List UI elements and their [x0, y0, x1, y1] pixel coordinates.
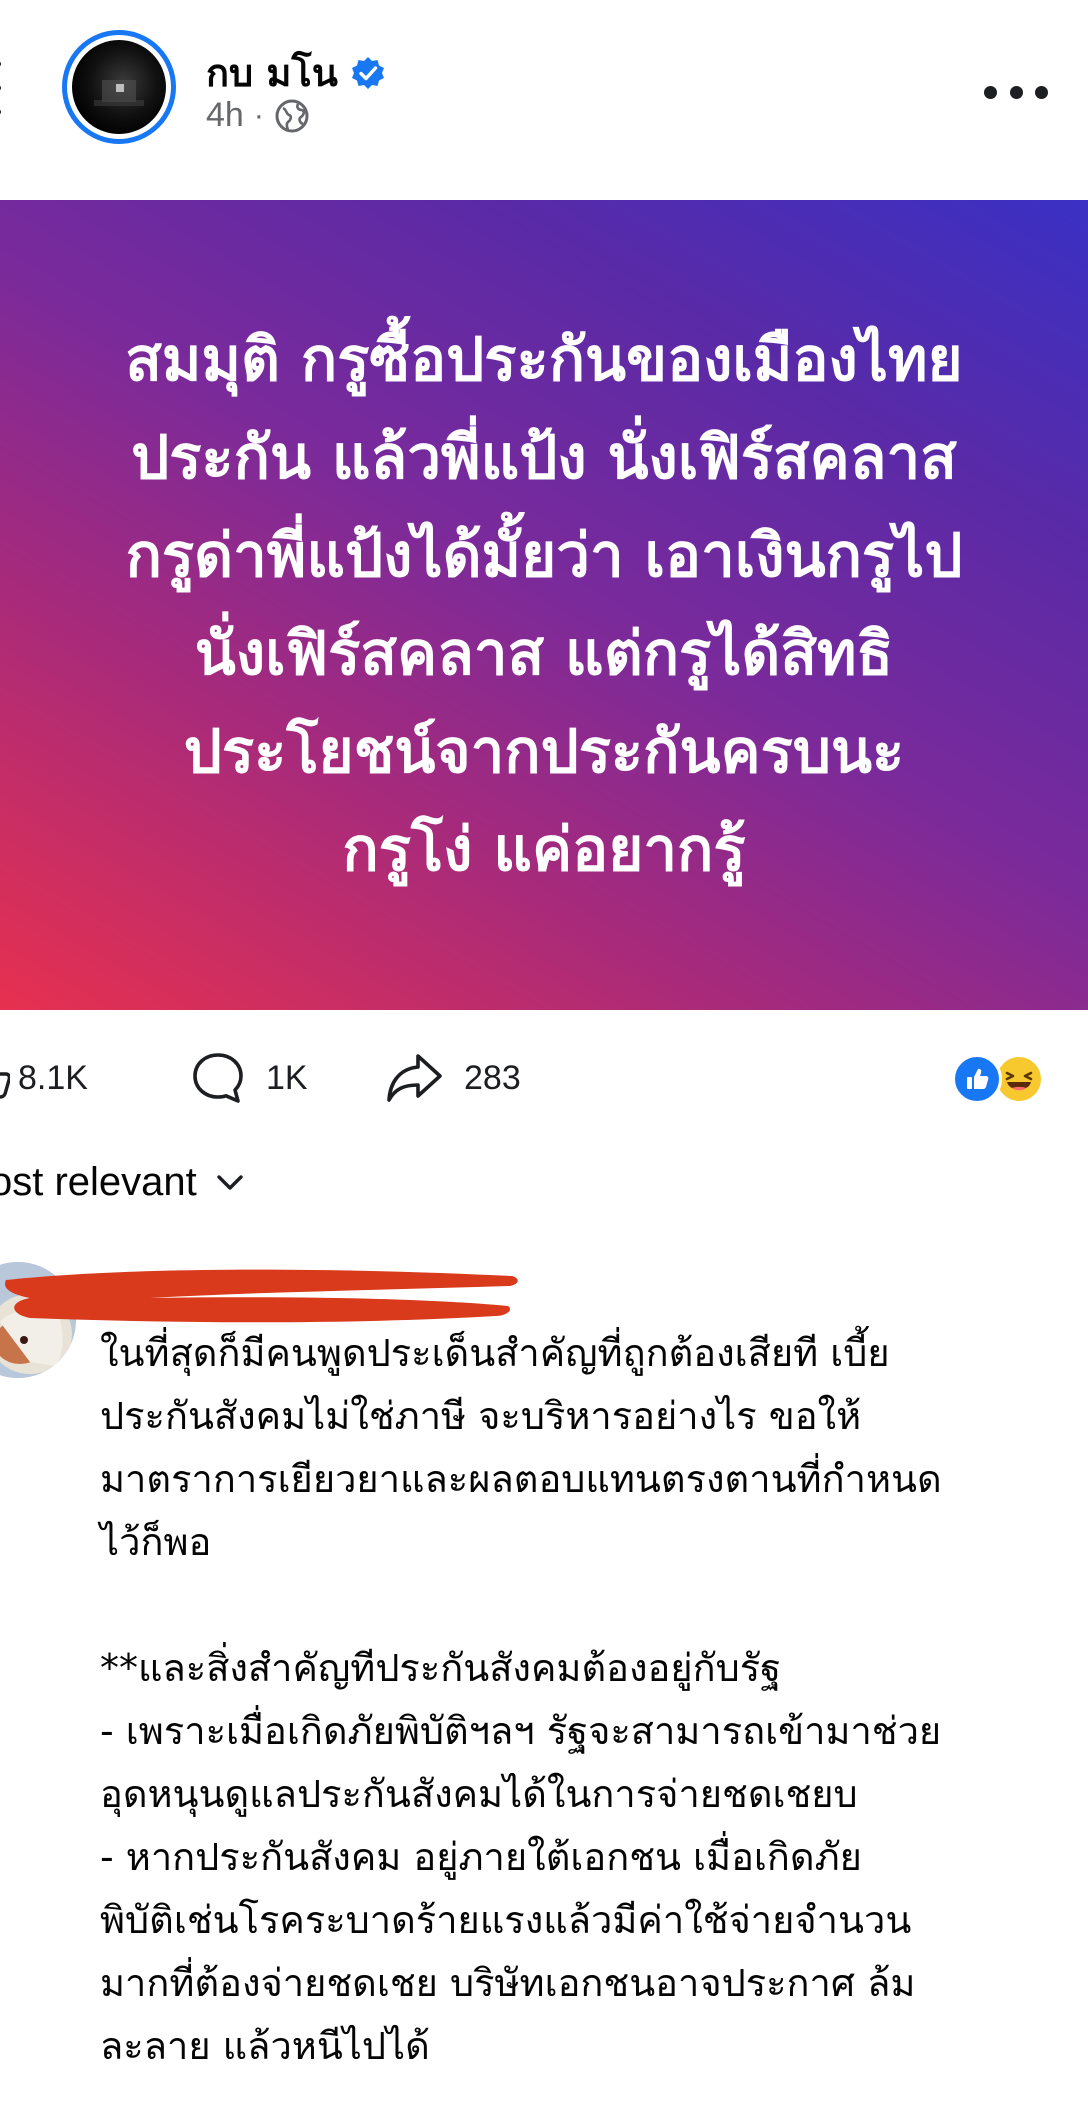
comment-sort-selector[interactable]: ost relevant [0, 1160, 245, 1205]
more-icon-dot [1009, 85, 1023, 99]
like-button[interactable]: 8.1K [0, 1048, 88, 1108]
like-count: 8.1K [18, 1058, 88, 1097]
comment-line: อุดหนุนดูแลประกันสังคมได้ในการจ่ายชดเชยบ [100, 1772, 858, 1816]
post-meta: 4h · [206, 96, 310, 135]
comment-body: ในที่สุดก็มีคนพูดประเด็นสำคัญที่ถูกต้องเ… [100, 1322, 1080, 2078]
banner-text: สมมุติ กรูซื้อประกันของเมืองไทย ประกัน แ… [24, 311, 1064, 899]
comment-line: ไว้ก็พอ [100, 1520, 212, 1564]
sort-label: ost relevant [0, 1160, 197, 1204]
comment-count: 1K [266, 1058, 308, 1097]
author-avatar[interactable] [62, 30, 176, 144]
comment-line: ในที่สุดก็มีคนพูดประเด็นสำคัญที่ถูกต้องเ… [100, 1331, 890, 1375]
verified-badge-icon [351, 56, 384, 89]
comment-line: มาตราการเยียวยาและผลตอบแทนตรงตานที่กำหนด [100, 1457, 942, 1501]
like-icon [0, 1072, 10, 1099]
banner-line: กรูด่าพี่แป้งได้มั้ยว่า เอาเงินกรูไป [125, 521, 963, 591]
more-icon-dot [1035, 85, 1048, 99]
comment-line: มากที่ต้องจ่ายชดเชย บริษัทเอกชนอาจประกาศ… [100, 1961, 916, 2005]
share-count: 283 [464, 1058, 521, 1097]
globe-icon [275, 99, 309, 132]
comment-button[interactable]: 1K [188, 1048, 308, 1108]
banner-line: นั่งเฟิร์สคลาส แต่กรูได้สิทธิ [194, 619, 894, 689]
comment-line: - เพราะเมื่อเกิดภัยพิบัติฯลฯ รัฐจะสามารถ… [100, 1709, 942, 1753]
more-options-button[interactable] [984, 72, 1048, 112]
comment-line: ประกันสังคมไม่ใช่ภาษี จะบริหารอย่างไร ขอ… [100, 1394, 862, 1438]
comment-line: **และสิ่งสำคัญทีประกันสังคมต้องอยู่กับรั… [100, 1646, 782, 1690]
banner-line: ประโยชน์จากประกันครบนะ [183, 717, 905, 787]
chevron-down-icon [217, 1174, 243, 1190]
edge-marker [0, 58, 4, 118]
comment-line: ละลาย แล้วหนีไปได้ [100, 2024, 430, 2068]
reaction-summary[interactable] [952, 1054, 1044, 1104]
share-icon [387, 1054, 442, 1102]
engagement-bar: 8.1K 1K 283 [0, 1048, 1088, 1108]
post-banner[interactable]: สมมุติ กรูซื้อประกันของเมืองไทย ประกัน แ… [0, 200, 1088, 1010]
author-name[interactable]: กบ มโน [206, 42, 338, 103]
banner-line: กรูโง่ แค่อยากรู้ [342, 815, 746, 885]
banner-line: สมมุติ กรูซื้อประกันของเมืองไทย [125, 325, 963, 395]
like-reaction-icon [952, 1054, 1002, 1104]
comment-icon [193, 1053, 243, 1103]
comment-line: - หากประกันสังคม อยู่ภายใต้เอกชน เมื่อเก… [100, 1835, 862, 1879]
comment-line [100, 1574, 1080, 1637]
comment-line: พิบัติเช่นโรคระบาดร้ายแรงแล้วมีค่าใช้จ่า… [100, 1898, 912, 1942]
more-icon [984, 85, 997, 99]
author-row: กบ มโน [206, 42, 386, 103]
banner-line: ประกัน แล้วพี่แป้ง นั่งเฟิร์สคลาส [131, 423, 957, 493]
post-time[interactable]: 4h [206, 96, 244, 135]
share-button[interactable]: 283 [384, 1048, 521, 1108]
meta-separator: · [253, 98, 264, 132]
